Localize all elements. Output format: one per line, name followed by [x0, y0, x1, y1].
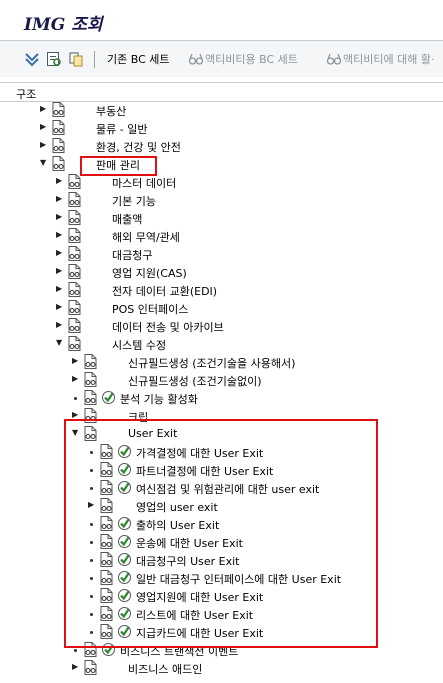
document-glasses-icon: [52, 156, 65, 171]
document-glasses-icon: [84, 660, 97, 675]
document-glasses-icon: [68, 192, 81, 207]
document-glasses-icon: [68, 228, 81, 243]
tree-node-label: POS 인터페이스: [112, 303, 189, 316]
tree-node[interactable]: 분석 기능 활성화: [0, 389, 443, 407]
copy-icon[interactable]: [68, 51, 84, 67]
tree-node[interactable]: ▶ 매출액: [0, 209, 443, 227]
highlight-box-user-exit: [64, 419, 378, 648]
tree-node-label: 데이터 전송 및 아카이브: [112, 321, 224, 334]
execute-activity-icon[interactable]: [101, 390, 116, 405]
glasses-icon: [188, 53, 204, 65]
expand-arrow-icon[interactable]: ▶: [56, 231, 64, 239]
document-glasses-icon: [52, 102, 65, 117]
tree-node[interactable]: ▶ 전자 데이터 교환(EDI): [0, 281, 443, 299]
expand-arrow-icon[interactable]: ▶: [40, 123, 48, 131]
document-glasses-icon: [68, 174, 81, 189]
tree-node[interactable]: ▶ 부동산: [0, 101, 443, 119]
tree-node-label: 대금청구: [112, 249, 153, 262]
document-glasses-icon: [84, 372, 97, 387]
tree-node-label: 해외 무역/관세: [112, 231, 180, 244]
expand-arrow-icon[interactable]: ▶: [56, 321, 64, 329]
tree-node[interactable]: ▶ 환경, 건강 및 안전: [0, 137, 443, 155]
tree-node-label: 시스템 수정: [112, 339, 167, 352]
tree-node[interactable]: ▶ 비즈니스 애드인: [0, 659, 443, 677]
tree-node-label: 환경, 건강 및 안전: [96, 141, 181, 154]
tree-node[interactable]: ▶ 기본 기능: [0, 191, 443, 209]
tree-node-label: 비즈니스 애드인: [128, 663, 203, 676]
tree-node[interactable]: ▼ 판매 관리: [0, 155, 443, 173]
document-glasses-icon: [52, 138, 65, 153]
tree-node-label: 신규필드생성 (조건기술없이): [128, 375, 262, 388]
expand-arrow-icon[interactable]: ▶: [72, 375, 80, 383]
tree-node-label: 전자 데이터 교환(EDI): [112, 285, 218, 298]
highlight-box-sales: [80, 156, 157, 176]
document-glasses-icon: [68, 300, 81, 315]
expand-arrow-icon[interactable]: ▶: [56, 303, 64, 311]
tree-node-label: 마스터 데이터: [112, 177, 177, 190]
activity-bc-set-check-button[interactable]: 액티비티에 대해 활·: [343, 51, 434, 67]
expand-arrow-icon[interactable]: ▶: [40, 105, 48, 113]
expand-arrow-icon[interactable]: ▶: [56, 285, 64, 293]
tree-node[interactable]: ▶ 물류 - 일반: [0, 119, 443, 137]
document-glasses-icon: [68, 246, 81, 261]
document-glasses-icon: [68, 210, 81, 225]
toolbar-separator: [94, 51, 95, 68]
tree-node-label: 부동산: [96, 105, 127, 118]
activity-bc-set-button[interactable]: 액티비티용 BC 세트: [205, 51, 298, 67]
tree-node-label: 신규필드생성 (조건기술을 사용해서): [128, 357, 296, 370]
tree-node[interactable]: ▶ 해외 무역/관세: [0, 227, 443, 245]
document-glasses-icon: [68, 318, 81, 333]
tree-node[interactable]: ▶ 영업 지원(CAS): [0, 263, 443, 281]
tree-node[interactable]: ▶ 대금청구: [0, 245, 443, 263]
document-glasses-icon: [68, 336, 81, 351]
expand-arrow-icon[interactable]: ▶: [40, 141, 48, 149]
title-bar: IMG 조회: [0, 0, 443, 40]
tree-node-label: 영업 지원(CAS): [112, 267, 187, 280]
glasses-icon: [326, 53, 342, 65]
expand-arrow-icon[interactable]: ▶: [72, 357, 80, 365]
structure-column-label: 구조: [16, 88, 37, 101]
tree-node-label: 매출액: [112, 213, 143, 226]
tree-node-label: 분석 기능 활성화: [120, 393, 198, 406]
expand-arrow-icon[interactable]: ▶: [56, 267, 64, 275]
expand-arrow-icon[interactable]: ▶: [56, 195, 64, 203]
expand-arrow-icon[interactable]: ▶: [72, 411, 80, 419]
tree-node[interactable]: ▶ 데이터 전송 및 아카이브: [0, 317, 443, 335]
leaf-bullet-icon: [74, 397, 77, 400]
tree-column-header: 구조: [0, 82, 443, 102]
expand-arrow-icon[interactable]: ▶: [56, 213, 64, 221]
leaf-bullet-icon: [74, 649, 77, 652]
tree-node[interactable]: ▶ 신규필드생성 (조건기술없이): [0, 371, 443, 389]
expand-arrow-icon[interactable]: ▶: [72, 663, 80, 671]
document-glasses-icon: [68, 264, 81, 279]
window-title: IMG 조회: [24, 15, 103, 35]
tree-node-label: 기본 기능: [112, 195, 156, 208]
document-glasses-icon: [52, 120, 65, 135]
tree-node[interactable]: ▶ 신규필드생성 (조건기술을 사용해서): [0, 353, 443, 371]
document-glasses-icon: [68, 282, 81, 297]
tree-node-label: 물류 - 일반: [96, 123, 148, 136]
document-glasses-icon: [84, 390, 97, 405]
expand-arrow-icon[interactable]: ▶: [56, 249, 64, 257]
std-bc-set-button[interactable]: 기존 BC 세트: [107, 51, 170, 67]
collapse-arrow-icon[interactable]: ▼: [40, 159, 48, 167]
toolbar: 기존 BC 세트 액티비티용 BC 세트 액티비티에 대해 활·: [0, 41, 443, 77]
tree-node[interactable]: ▼ 시스템 수정: [0, 335, 443, 353]
document-glasses-icon: [84, 354, 97, 369]
tree-node[interactable]: ▶ 마스터 데이터: [0, 173, 443, 191]
expand-arrow-icon[interactable]: ▶: [56, 177, 64, 185]
find-icon[interactable]: [46, 51, 62, 67]
expand-subtree-icon[interactable]: [24, 51, 40, 67]
collapse-arrow-icon[interactable]: ▼: [56, 339, 64, 347]
tree-node[interactable]: ▶ POS 인터페이스: [0, 299, 443, 317]
